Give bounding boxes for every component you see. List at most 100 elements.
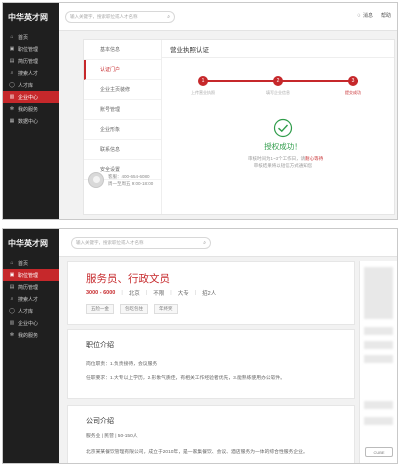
contact-phone: 客服：400-654-6080 — [108, 174, 150, 179]
contact-card: 客服：400-654-6080 周一至周五 9:00-18:00 — [88, 172, 158, 188]
auth-nav-item[interactable]: 认证门户 — [84, 60, 161, 80]
sidebar-item[interactable]: ▤ 简历管理 — [3, 281, 59, 293]
search-input[interactable]: 输入关键字，搜索职位或人才名称 ⌕ — [71, 236, 211, 249]
company-intro-card: 公司介绍 服务业 | 民营 | 50-150人 北京某某餐饮管理有限公司，成立于… — [67, 405, 355, 463]
user-icon: ◯ — [9, 82, 15, 88]
logo[interactable]: 中华英才网 — [3, 229, 59, 257]
blurred-text — [364, 341, 393, 349]
sidebar-item[interactable]: ◯ 人才库 — [3, 305, 59, 317]
search-icon[interactable]: ⌕ — [203, 240, 206, 246]
gear-icon: ✻ — [9, 106, 15, 112]
file-icon: ▤ — [9, 284, 15, 290]
step-1-label: 上传营业执照 — [191, 90, 215, 95]
search-input[interactable]: 输入关键字，搜索职位或人才名称 ⌕ — [65, 10, 175, 23]
auth-panel: 基本信息 认证门户 企业主页装修 账号管理 企业形象 联系信息 安全设置 客服：400-65… — [83, 39, 395, 215]
watermark-logo: CUBE — [365, 447, 393, 457]
auth-nav-item[interactable]: 企业主页装修 — [84, 80, 161, 100]
job-title: 服务员、行政文员 — [86, 273, 170, 285]
sidebar-item[interactable]: ▦ 数据中心 — [3, 115, 59, 127]
screenshot-top: 中华英才网 ⌂ 首页 ▣ 职位管理 ▤ 简历管理 ⌕ 搜索人才 ◯ 人才库 ▥ 企业中心 ✻ 我的服务 ▦ 数… — [2, 2, 398, 220]
auth-nav-item[interactable]: 企业形象 — [84, 120, 161, 140]
home-icon: ⌂ — [10, 260, 14, 266]
search-icon[interactable]: ⌕ — [167, 14, 170, 20]
sidebar-item-label: 搜索人才 — [18, 70, 39, 77]
sidebar-item-label: 数据中心 — [18, 118, 39, 125]
search-icon: ⌕ — [10, 70, 14, 76]
job-tag: 五险一金 — [86, 304, 114, 314]
sidebar-item-label: 企业中心 — [18, 94, 39, 101]
auth-main: 营业执照认证 1 2 3 上传营业执照 填写企业信息 提交成功 授权成功！ 审核… — [162, 40, 394, 214]
job-headcount: 招2人 — [202, 291, 217, 297]
page-title: 营业执照认证 — [162, 40, 394, 58]
sidebar-item[interactable]: ⌕ 搜索人才 — [3, 293, 59, 305]
progress-steps: 1 2 3 上传营业执照 填写企业信息 提交成功 — [191, 76, 361, 106]
company-meta: 服务业 | 民营 | 50-150人 — [86, 434, 138, 439]
bell-icon: ♢ — [356, 13, 361, 19]
help-link[interactable]: 帮助 — [381, 12, 391, 19]
auth-nav-item[interactable]: 账号管理 — [84, 100, 161, 120]
sidebar-item-label: 职位管理 — [18, 46, 39, 53]
sidebar-item[interactable]: ▤ 简历管理 — [3, 55, 59, 67]
chart-icon: ▦ — [9, 118, 15, 124]
blurred-text — [364, 417, 393, 425]
blurred-image — [364, 267, 393, 319]
sidebar-item[interactable]: ⌂ 首页 — [3, 257, 59, 269]
job-tag: 包吃包住 — [120, 304, 148, 314]
sidebar-item-label: 我的服务 — [18, 332, 39, 339]
file-icon: ▤ — [9, 58, 15, 64]
contact-hours: 周一至周五 9:00-18:00 — [108, 181, 154, 186]
job-experience: 不限 — [153, 291, 165, 297]
search-icon: ⌕ — [10, 296, 14, 302]
sidebar-item-label: 职位管理 — [18, 272, 39, 279]
job-tag: 年终奖 — [154, 304, 178, 314]
sidebar-item[interactable]: ⌕ 搜索人才 — [3, 67, 59, 79]
auth-nav-item[interactable]: 联系信息 — [84, 140, 161, 160]
sidebar-item[interactable]: ▥ 企业中心 — [3, 317, 59, 329]
auth-nav: 基本信息 认证门户 企业主页装修 账号管理 企业形象 联系信息 安全设置 客服：400-65… — [84, 40, 162, 214]
step-3-label: 提交成功 — [345, 90, 361, 95]
sidebar-item[interactable]: ◯ 人才库 — [3, 79, 59, 91]
section-heading: 公司介绍 — [86, 418, 114, 425]
message-link[interactable]: ♢ 消息 — [356, 12, 373, 19]
job-salary: 3000 - 6000 — [86, 290, 116, 296]
success-note: 审核时间为1~3个工作日，请耐心等待 审核结果将以短信方式通知您 — [248, 156, 324, 168]
gear-icon: ✻ — [9, 332, 15, 338]
sidebar-item-label: 首页 — [18, 260, 29, 267]
auth-nav-item[interactable]: 基本信息 — [84, 40, 161, 60]
sidebar-item-label: 首页 — [18, 34, 29, 41]
sidebar: 中华英才网 ⌂ 首页 ▣ 职位管理 ▤ 简历管理 ⌕ 搜索人才 ◯ 人才库 ▥ 企业中心 ✻ 我的服务 — [3, 229, 59, 463]
sidebar-item[interactable]: ⌂ 首页 — [3, 31, 59, 43]
step-3: 3 — [348, 76, 358, 86]
building-icon: ▥ — [9, 94, 15, 100]
screenshot-bottom: 中华英才网 ⌂ 首页 ▣ 职位管理 ▤ 简历管理 ⌕ 搜索人才 ◯ 人才库 ▥ 企业中心 ✻ 我的服务 输… — [2, 228, 398, 464]
sidebar-item[interactable]: ✻ 我的服务 — [3, 329, 59, 341]
blurred-text — [364, 327, 393, 335]
topbar: 输入关键字，搜索职位或人才名称 ⌕ — [59, 229, 397, 257]
logo[interactable]: 中华英才网 — [3, 3, 59, 31]
job-education: 大专 — [177, 291, 189, 297]
job-description-card: 职位介绍 岗位职责：1.负责接待，会议服务 任职要求：1.大专以上学历，2.形象… — [67, 329, 355, 399]
sidebar-item-label: 企业中心 — [18, 320, 39, 327]
job-meta: 3000 - 6000 | 北京 | 不限 | 大专 | 招2人 — [86, 290, 217, 297]
sidebar-item-label: 我的服务 — [18, 106, 39, 113]
sidebar-item-label: 人才库 — [18, 82, 34, 89]
briefcase-icon: ▣ — [9, 46, 15, 52]
success-title: 授权成功！ — [264, 142, 302, 151]
briefcase-icon: ▣ — [9, 272, 15, 278]
check-circle-icon — [273, 118, 293, 138]
sidebar: 中华英才网 ⌂ 首页 ▣ 职位管理 ▤ 简历管理 ⌕ 搜索人才 ◯ 人才库 ▥ 企业中心 ✻ 我的服务 ▦ 数… — [3, 3, 59, 219]
job-header-card: 服务员、行政文员 3000 - 6000 | 北京 | 不限 | 大专 | 招2人 五险… — [67, 261, 355, 325]
topbar: 输入关键字，搜索职位或人才名称 ⌕ ♢ 消息 帮助 — [59, 3, 397, 31]
description-line: 岗位职责：1.负责接待，会议服务 — [86, 362, 158, 367]
step-2: 2 — [273, 76, 283, 86]
sidebar-item[interactable]: ▥ 企业中心 — [3, 91, 59, 103]
job-tags: 五险一金 包吃包住 年终奖 — [86, 304, 178, 314]
sidebar-item[interactable]: ▣ 职位管理 — [3, 43, 59, 55]
success-message: 授权成功！ 审核时间为1~3个工作日，请耐心等待 审核结果将以短信方式通知您 — [248, 118, 324, 169]
sidebar-item-label: 简历管理 — [18, 284, 39, 291]
home-icon: ⌂ — [10, 34, 14, 40]
description-line: 任职要求：1.大专以上学历，2.形象气质佳，有相关工作经验者优先，3.能熟练使用… — [86, 376, 286, 381]
sidebar-item[interactable]: ✻ 我的服务 — [3, 103, 59, 115]
sidebar-item[interactable]: ▣ 职位管理 — [3, 269, 59, 281]
company-description: 北京某某餐饮管理有限公司，成立于2010年，是一家集餐饮、会议、酒店服务为一体的… — [86, 450, 308, 455]
